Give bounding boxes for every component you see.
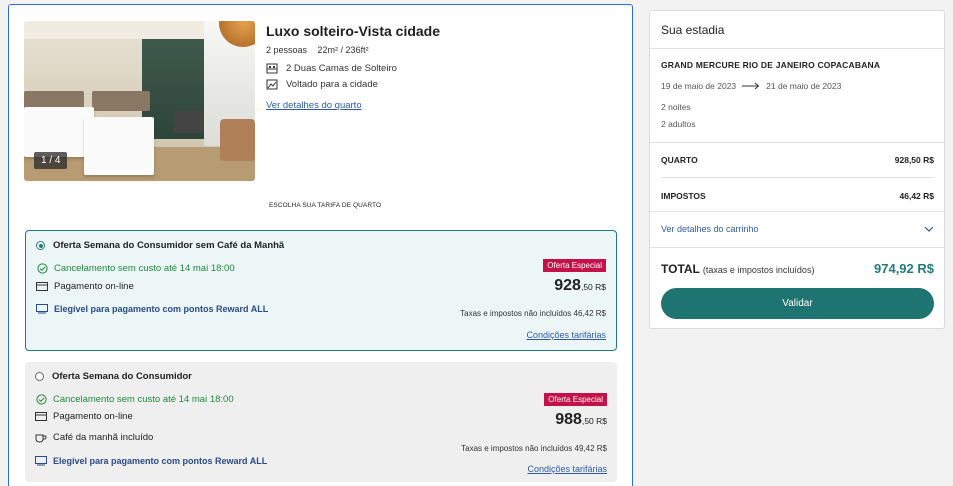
- room-price-label: QUARTO: [661, 155, 698, 165]
- reward-card-icon: [36, 303, 48, 314]
- room-details-link[interactable]: Ver detalhes do quarto: [266, 100, 362, 111]
- bed-feature: 2 Duas Camas de Solteiro: [266, 63, 397, 74]
- room-photo[interactable]: 1 / 4: [24, 21, 255, 181]
- adults-count: 2 adultos: [661, 119, 696, 129]
- price-cents: ,50 R$: [580, 282, 606, 292]
- validate-button[interactable]: Validar: [661, 288, 934, 319]
- cancellation-text: Cancelamento sem custo até 14 mai 18:00: [54, 263, 235, 274]
- check-circle-icon: [35, 394, 47, 405]
- room-title: Luxo solteiro-Vista cidade: [266, 23, 441, 39]
- total-note: (taxas e impostos incluídos): [702, 265, 815, 275]
- coffee-cup-icon: [35, 432, 47, 443]
- special-offer-badge: Oferta Especial: [543, 259, 606, 272]
- tax-note: Taxas e impostos não incluídos 46,42 R$: [460, 309, 606, 318]
- total-label: TOTAL: [661, 262, 700, 276]
- cancellation-text: Cancelamento sem custo até 14 mai 18:00: [53, 394, 234, 405]
- rate-title: Oferta Semana do Consumidor: [52, 371, 192, 382]
- rate-conditions-link[interactable]: Condições tarifárias: [526, 330, 606, 340]
- guest-count: 2 pessoas: [266, 45, 308, 55]
- tax-note: Taxas e impostos não incluídos 49,42 R$: [461, 444, 607, 453]
- room-meta: 2 pessoas 22m² / 236ft²: [266, 45, 369, 55]
- breakfast-line: Café da manhã incluído: [35, 432, 153, 443]
- payment-line: Pagamento on-line: [36, 281, 134, 292]
- view-feature: Voltado para a cidade: [266, 79, 378, 90]
- cart-details-label: Ver detalhes do carrinho: [661, 224, 759, 234]
- room-price-value: 928,50 R$: [894, 155, 934, 165]
- bed-feature-label: 2 Duas Camas de Solteiro: [286, 63, 397, 74]
- rate-conditions-link[interactable]: Condições tarifárias: [527, 464, 607, 474]
- rate-title: Oferta Semana do Consumidor sem Café da …: [53, 240, 285, 251]
- price-cents: ,50 R$: [581, 416, 607, 426]
- image-counter: 1 / 4: [34, 152, 68, 169]
- city-view-icon: [266, 79, 278, 90]
- reward-line: Elegível para pagamento com pontos Rewar…: [36, 303, 268, 314]
- summary-heading: Sua estadia: [650, 11, 944, 49]
- rate-price: 988,50 R$: [555, 411, 607, 429]
- stay-summary: Sua estadia GRAND MERCURE RIO DE JANEIRO…: [649, 10, 945, 329]
- special-offer-badge: Oferta Especial: [544, 393, 607, 406]
- price-main: 928: [554, 277, 581, 294]
- arrow-right-icon: [742, 82, 760, 90]
- rate-option[interactable]: Oferta Semana do Consumidor sem Café da …: [25, 230, 617, 351]
- payment-text: Pagamento on-line: [54, 281, 134, 292]
- check-circle-icon: [36, 263, 48, 274]
- breakfast-text: Café da manhã incluído: [53, 432, 154, 443]
- bed-icon: [266, 63, 278, 74]
- nights-count: 2 noites: [661, 102, 691, 112]
- choose-rate-label: ESCOLHA SUA TARIFA DE QUARTO: [269, 202, 382, 209]
- tax-value: 46,42 R$: [899, 191, 935, 201]
- tax-row: IMPOSTOS 46,42 R$: [661, 191, 934, 201]
- payment-text: Pagamento on-line: [53, 411, 133, 422]
- total-row: TOTAL (taxas e impostos incluídos) 974,92…: [661, 261, 934, 276]
- hotel-name: GRAND MERCURE RIO DE JANEIRO COPACABANA: [661, 60, 881, 70]
- room-price-row: QUARTO 928,50 R$: [661, 155, 934, 165]
- reward-line: Elegível para pagamento com pontos Rewar…: [35, 455, 267, 466]
- payment-line: Pagamento on-line: [35, 411, 133, 422]
- tax-label: IMPOSTOS: [661, 191, 706, 201]
- view-feature-label: Voltado para a cidade: [286, 79, 378, 90]
- rate-option[interactable]: Oferta Semana do Consumidor Cancelamento…: [25, 362, 617, 482]
- cancellation-line: Cancelamento sem custo até 14 mai 18:00: [36, 263, 235, 274]
- chevron-down-icon: [924, 224, 934, 234]
- checkin-date: 19 de maio de 2023: [661, 81, 737, 91]
- rate-radio-selected[interactable]: [36, 241, 45, 250]
- rate-price: 928,50 R$: [554, 277, 606, 295]
- room-size: 22m² / 236ft²: [317, 45, 369, 55]
- price-main: 988: [555, 411, 582, 428]
- rate-radio[interactable]: [35, 372, 44, 381]
- reward-card-icon: [35, 455, 47, 466]
- reward-text: Elegível para pagamento com pontos Rewar…: [53, 455, 268, 466]
- cancellation-line: Cancelamento sem custo até 14 mai 18:00: [35, 394, 234, 405]
- room-card: 1 / 4 Luxo solteiro-Vista cidade 2 pesso…: [8, 4, 633, 486]
- stay-dates: 19 de maio de 2023 21 de maio de 2023: [661, 81, 841, 91]
- checkout-date: 21 de maio de 2023: [766, 81, 842, 91]
- reward-text: Elegível para pagamento com pontos Rewar…: [54, 303, 269, 314]
- total-value: 974,92 R$: [874, 261, 934, 276]
- credit-card-icon: [35, 411, 47, 422]
- cart-details-link[interactable]: Ver detalhes do carrinho: [661, 224, 934, 234]
- credit-card-icon: [36, 281, 48, 292]
